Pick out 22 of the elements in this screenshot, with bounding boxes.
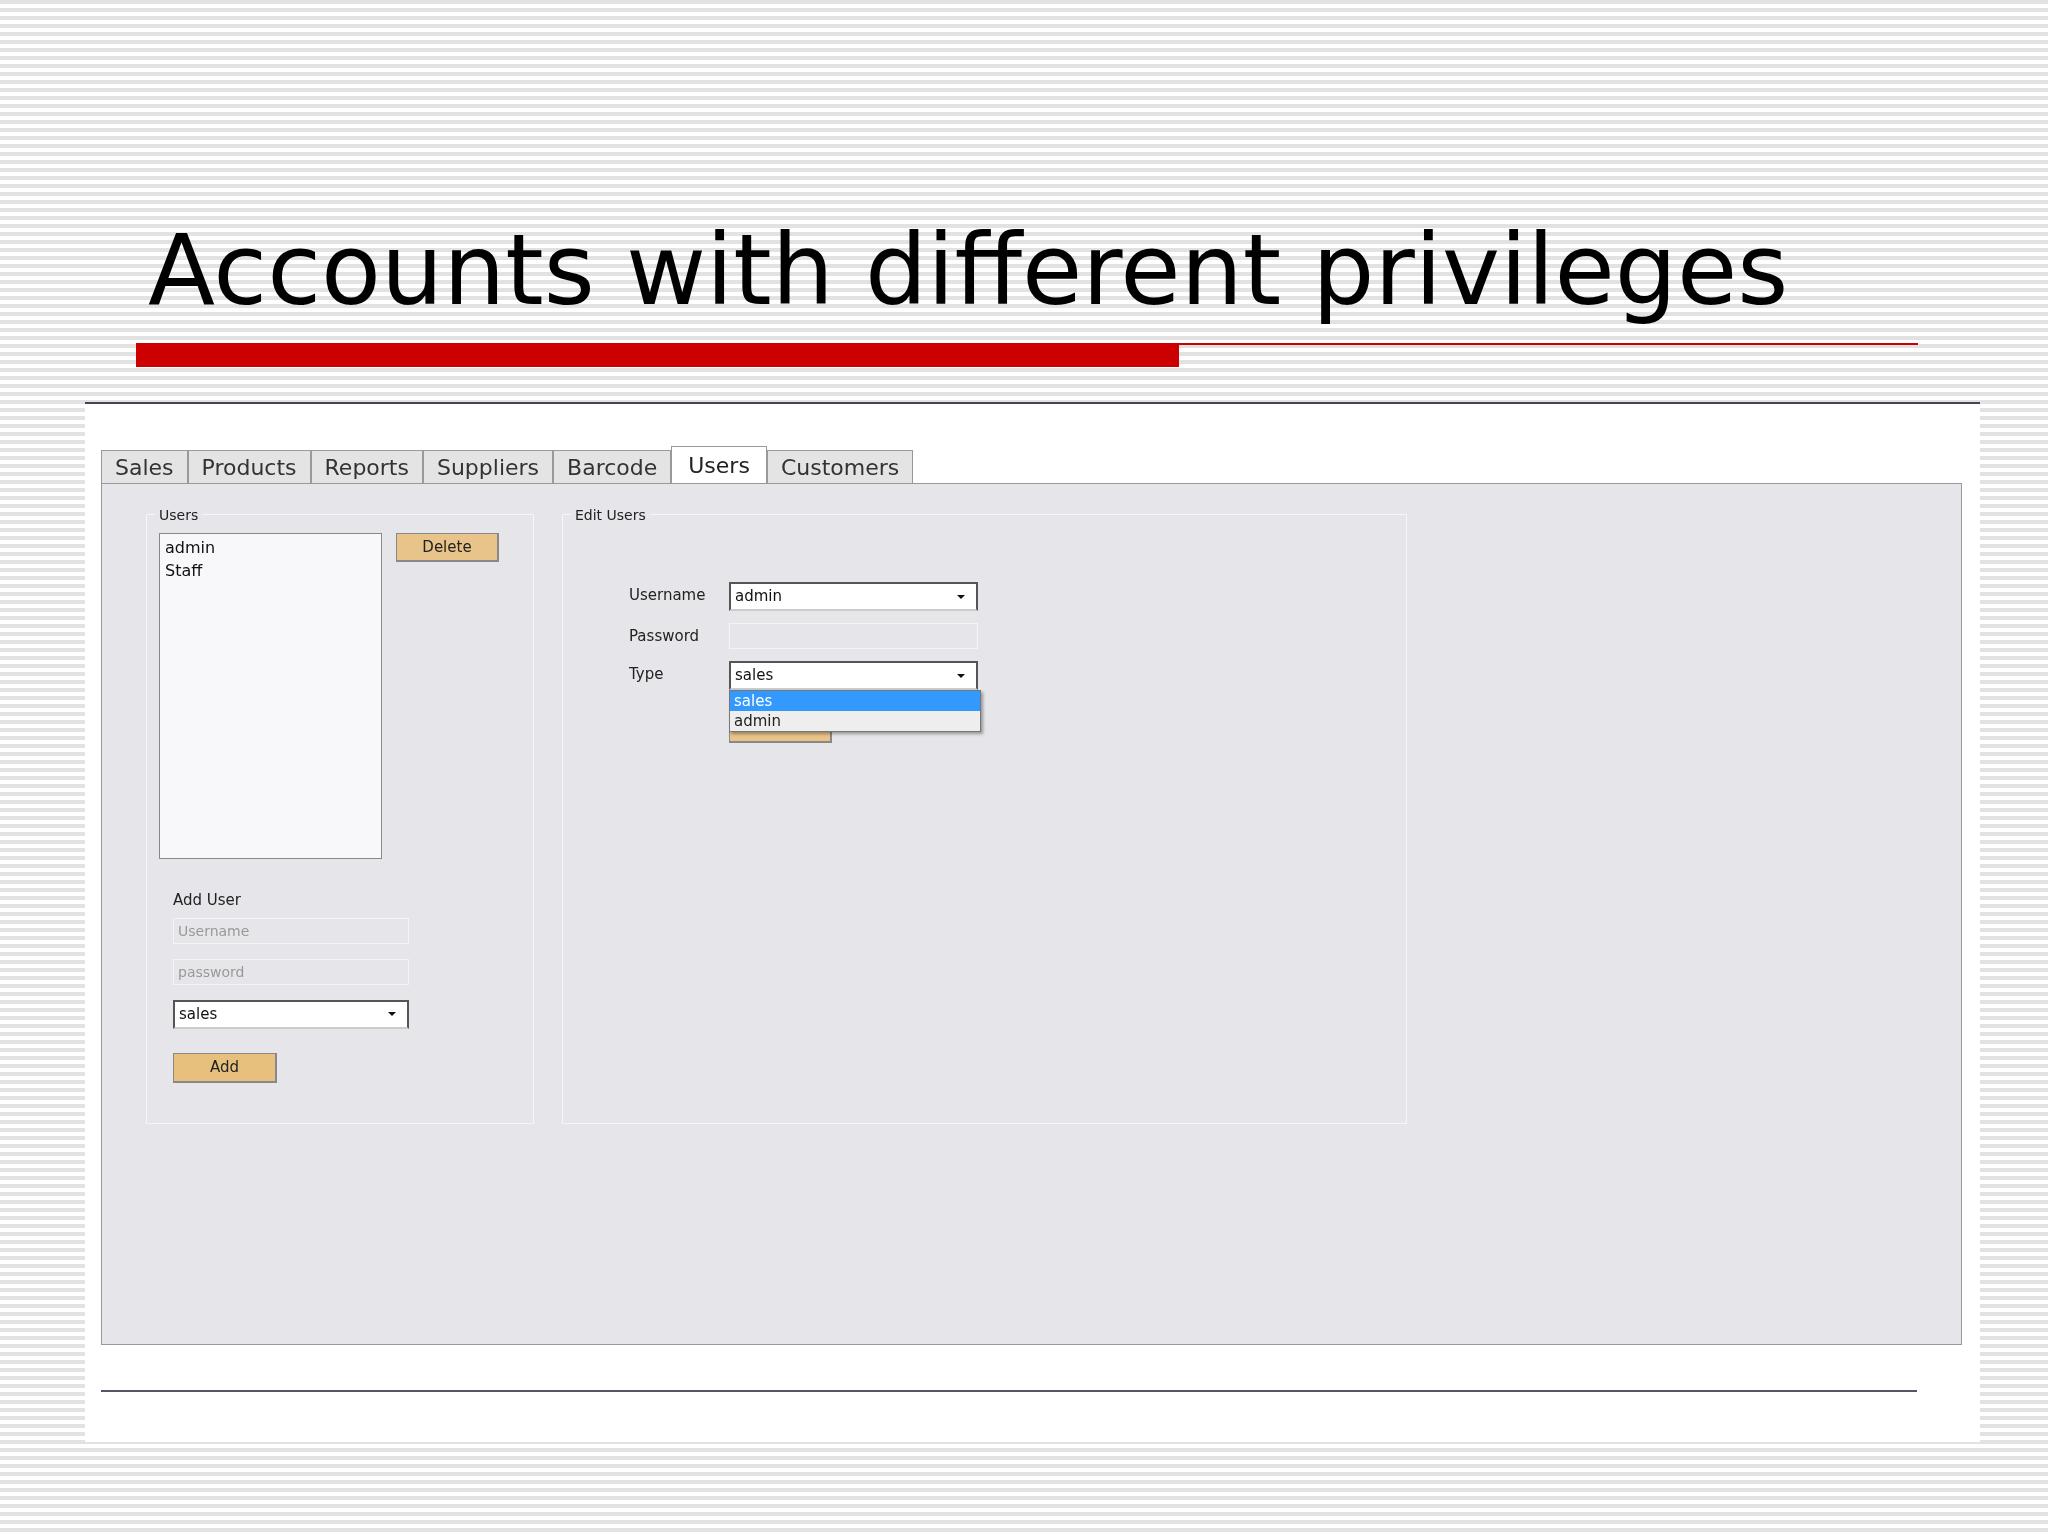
dropdown-field[interactable]: admin xyxy=(729,582,978,611)
dropdown-field[interactable]: sales xyxy=(729,661,978,690)
field-label: Username xyxy=(629,585,707,606)
username-input[interactable]: Username xyxy=(173,917,409,944)
tab[interactable]: Suppliers xyxy=(422,450,554,483)
slide-title: Accounts with different privileges xyxy=(148,215,1789,325)
tab[interactable]: Sales xyxy=(101,450,188,483)
password-input[interactable]: password xyxy=(173,958,409,985)
delete-button[interactable]: Delete xyxy=(396,533,499,562)
tab[interactable]: Users xyxy=(671,446,767,483)
tab[interactable]: Customers xyxy=(766,450,914,483)
dropdown-option[interactable]: admin xyxy=(730,711,980,731)
dropdown-field[interactable]: sales xyxy=(173,999,409,1029)
tab[interactable]: Barcode xyxy=(553,450,672,483)
tab[interactable]: Products xyxy=(187,450,311,483)
list-item[interactable]: Staff xyxy=(165,559,203,582)
list-item[interactable]: admin xyxy=(165,536,216,559)
field-label: Type xyxy=(629,664,665,685)
tab[interactable]: Reports xyxy=(310,450,423,483)
add-button[interactable]: Add xyxy=(173,1052,277,1083)
add-user-label: Add User xyxy=(173,890,241,911)
field-label: Password xyxy=(629,626,701,647)
